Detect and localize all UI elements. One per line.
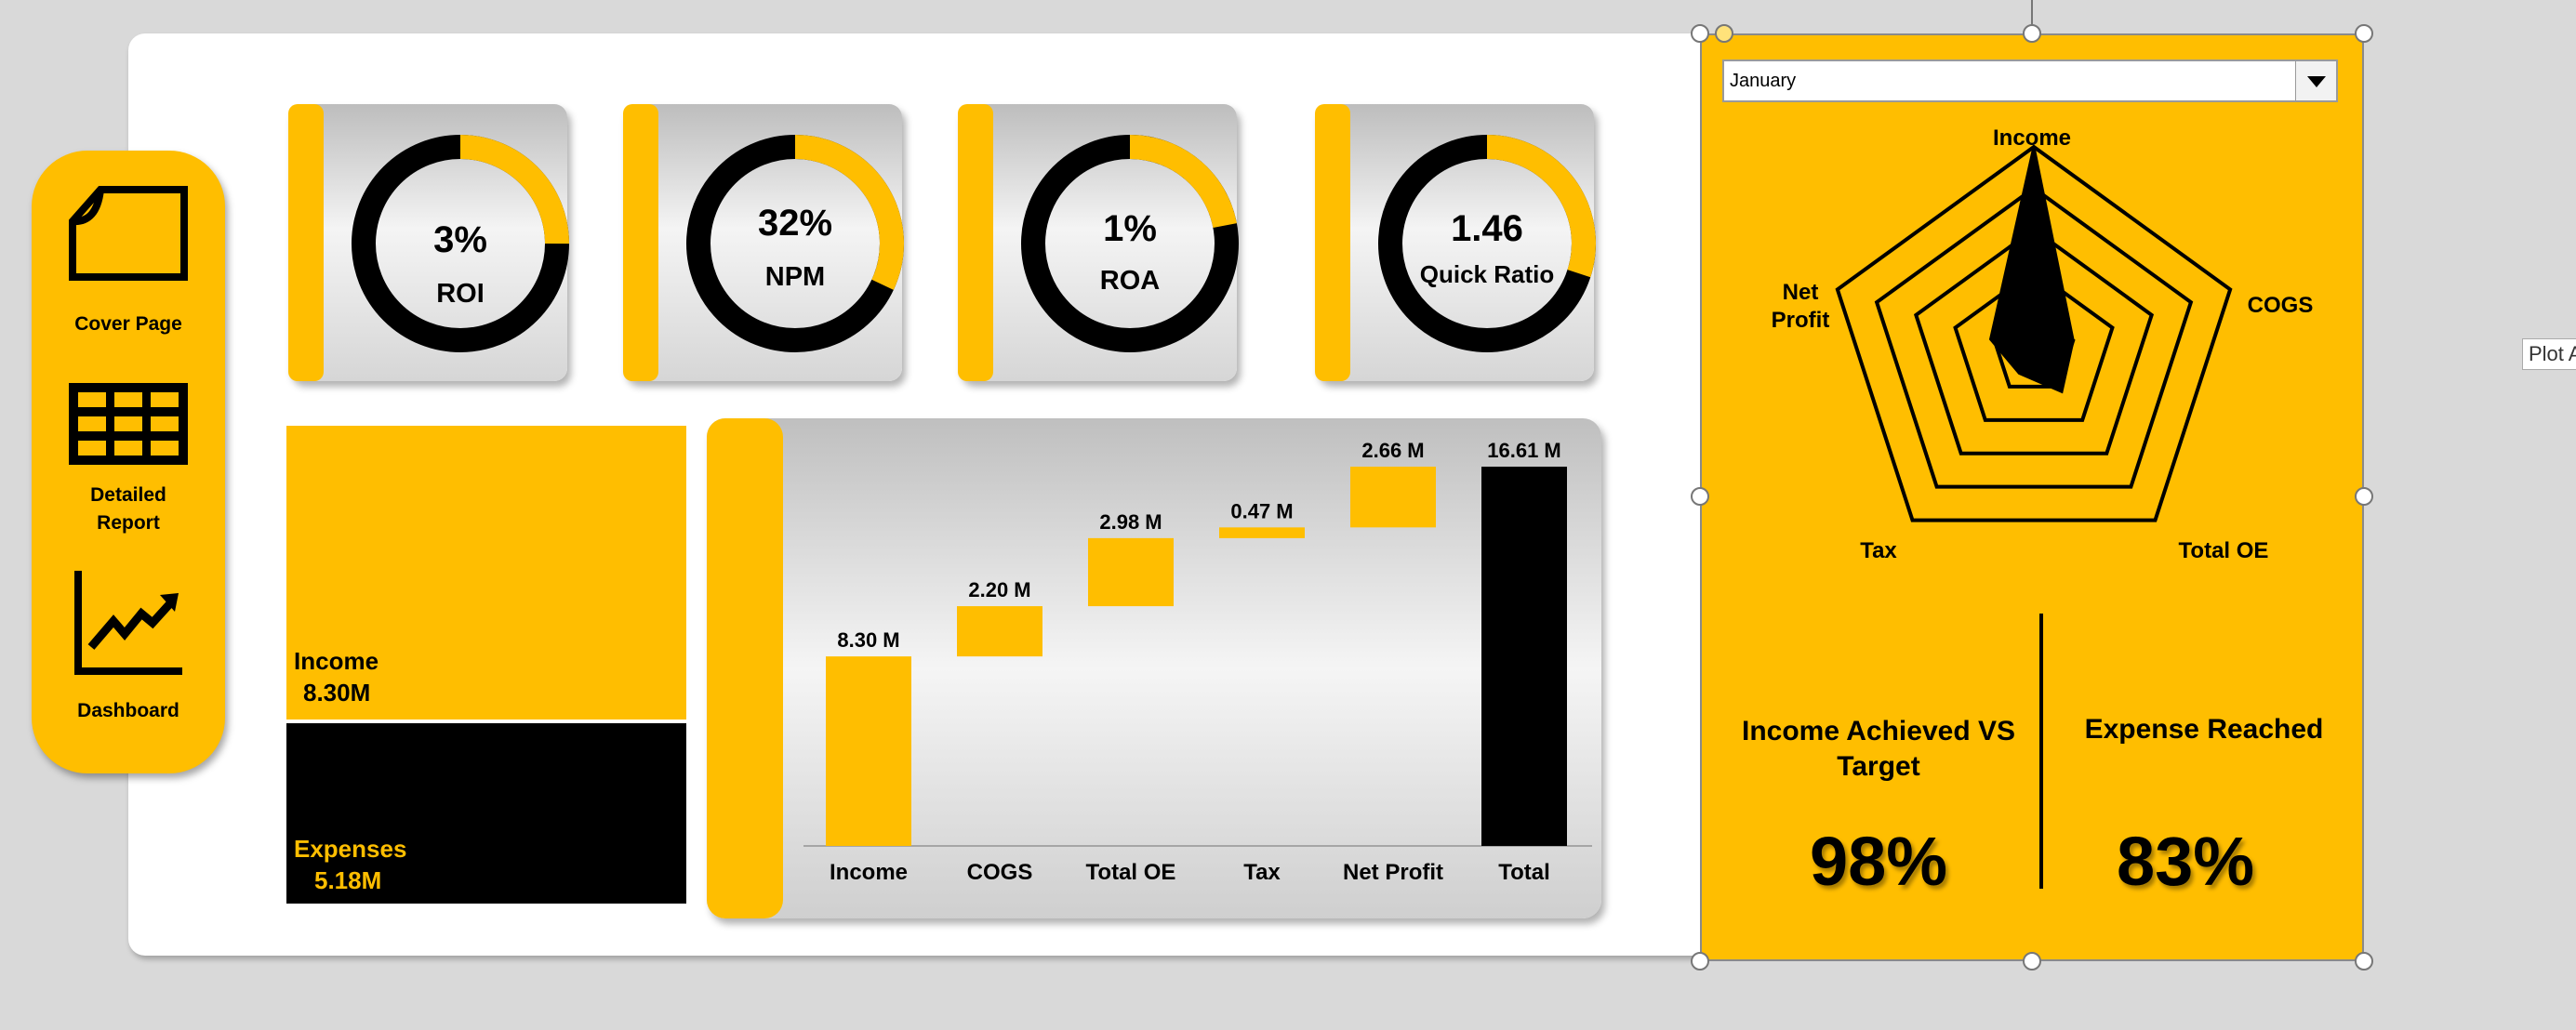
bar-data-label: 8.30 M xyxy=(837,628,899,652)
waterfall-bar xyxy=(1088,537,1174,607)
x-tick-label: Net Profit xyxy=(1343,860,1443,885)
expenses-block: Expenses 5.18M xyxy=(286,723,686,904)
waterfall-bar xyxy=(826,656,911,846)
analysis-panel: January Income COGS Total OE Tax Net Pro… xyxy=(1700,33,2364,961)
income-value: 8.30M xyxy=(303,679,371,706)
nav-detailed-report-label: Detailed Report xyxy=(90,484,166,534)
bar-data-label: 2.98 M xyxy=(1099,510,1162,534)
resize-handle[interactable] xyxy=(1691,24,1709,43)
bar-data-label: 2.66 M xyxy=(1361,439,1424,462)
nav-dashboard-label: Dashboard xyxy=(77,700,179,721)
kpi-card-roi: 3% ROI xyxy=(288,104,569,381)
month-select[interactable]: January xyxy=(1722,59,2338,102)
card-stripe xyxy=(288,104,324,381)
radar-label-cogs: COGS xyxy=(2247,293,2314,318)
month-select-value: January xyxy=(1730,71,1797,91)
waterfall-bar xyxy=(1350,467,1436,528)
resize-handle[interactable] xyxy=(2355,487,2373,506)
x-tick-label: Tax xyxy=(1243,860,1281,885)
radar-label-net-profit: Net Profit xyxy=(1771,280,1830,333)
quick-ratio-value: 1.46 xyxy=(1451,208,1523,249)
income-achieved-title: Income Achieved VS Target xyxy=(1742,716,2015,782)
expense-reached-title: Expense Reached xyxy=(2084,714,2324,745)
waterfall-bar xyxy=(1481,467,1567,846)
resize-handle[interactable] xyxy=(1691,952,1709,971)
resize-handle[interactable] xyxy=(2355,952,2373,971)
page-icon xyxy=(69,186,188,281)
waterfall-bar xyxy=(1219,527,1305,538)
quick-ratio-label: Quick Ratio xyxy=(1419,260,1555,288)
nav-dashboard[interactable]: Dashboard xyxy=(32,567,225,734)
table-icon xyxy=(69,383,188,465)
kpi-card-roa: 1% ROA xyxy=(958,104,1239,381)
resize-handle[interactable] xyxy=(1691,487,1709,506)
divider xyxy=(2039,614,2043,889)
bar-data-label: 16.61 M xyxy=(1487,439,1561,462)
nav-cover-page-label: Cover Page xyxy=(74,313,182,335)
rotate-line xyxy=(2031,0,2033,24)
radar-label-total-oe: Total OE xyxy=(2178,538,2269,563)
npm-label: NPM xyxy=(764,262,826,292)
sidebar-nav: Cover Page Detailed Report Dashboard xyxy=(32,151,225,773)
x-tick-label: COGS xyxy=(967,860,1033,885)
resize-handle[interactable] xyxy=(2023,24,2041,43)
waterfall-bar xyxy=(957,606,1042,657)
adjust-handle[interactable] xyxy=(1715,24,1733,43)
radar-series xyxy=(1988,146,2075,394)
roa-value: 1% xyxy=(1103,208,1157,249)
expenses-label: Expenses xyxy=(294,835,407,863)
expense-reached-value: 83% xyxy=(2116,823,2255,900)
radar-label-income: Income xyxy=(1992,125,2072,151)
card-stripe xyxy=(958,104,993,381)
roa-label: ROA xyxy=(1099,266,1161,296)
radar-label-tax: Tax xyxy=(1860,538,1897,563)
waterfall-chart: 8.30 M Income 2.20 M COGS 2.98 M Total OE 0.47… xyxy=(803,439,1592,885)
roi-label: ROI xyxy=(436,279,485,309)
chart-icon xyxy=(74,571,182,675)
bar-data-label: 0.47 M xyxy=(1230,499,1293,522)
x-tick-label: Income xyxy=(830,860,908,885)
chevron-down-icon[interactable] xyxy=(2295,61,2336,100)
card-stripe xyxy=(623,104,658,381)
waterfall-card: 8.30 M Income 2.20 M COGS 2.98 M Total OE 0.47… xyxy=(707,418,1601,918)
resize-handle[interactable] xyxy=(2355,24,2373,43)
radar-chart xyxy=(1835,144,2233,522)
income-block: Income 8.30M xyxy=(286,426,686,720)
x-tick-label: Total xyxy=(1498,860,1550,885)
nav-cover-page[interactable]: Cover Page xyxy=(32,184,225,351)
x-tick-label: Total OE xyxy=(1086,860,1176,885)
roi-value: 3% xyxy=(433,219,487,260)
income-achieved-value: 98% xyxy=(1809,823,1948,900)
kpi-card-npm: 32% NPM xyxy=(623,104,904,381)
expenses-value: 5.18M xyxy=(314,866,382,894)
resize-handle[interactable] xyxy=(2023,952,2041,971)
tooltip: Plot A xyxy=(2522,338,2576,370)
nav-detailed-report[interactable]: Detailed Report xyxy=(32,379,225,537)
kpi-card-quick-ratio: 1.46 Quick Ratio xyxy=(1315,104,1596,381)
bar-data-label: 2.20 M xyxy=(968,578,1030,601)
card-stripe xyxy=(1315,104,1350,381)
npm-value: 32% xyxy=(757,203,833,244)
income-label: Income xyxy=(294,647,379,675)
